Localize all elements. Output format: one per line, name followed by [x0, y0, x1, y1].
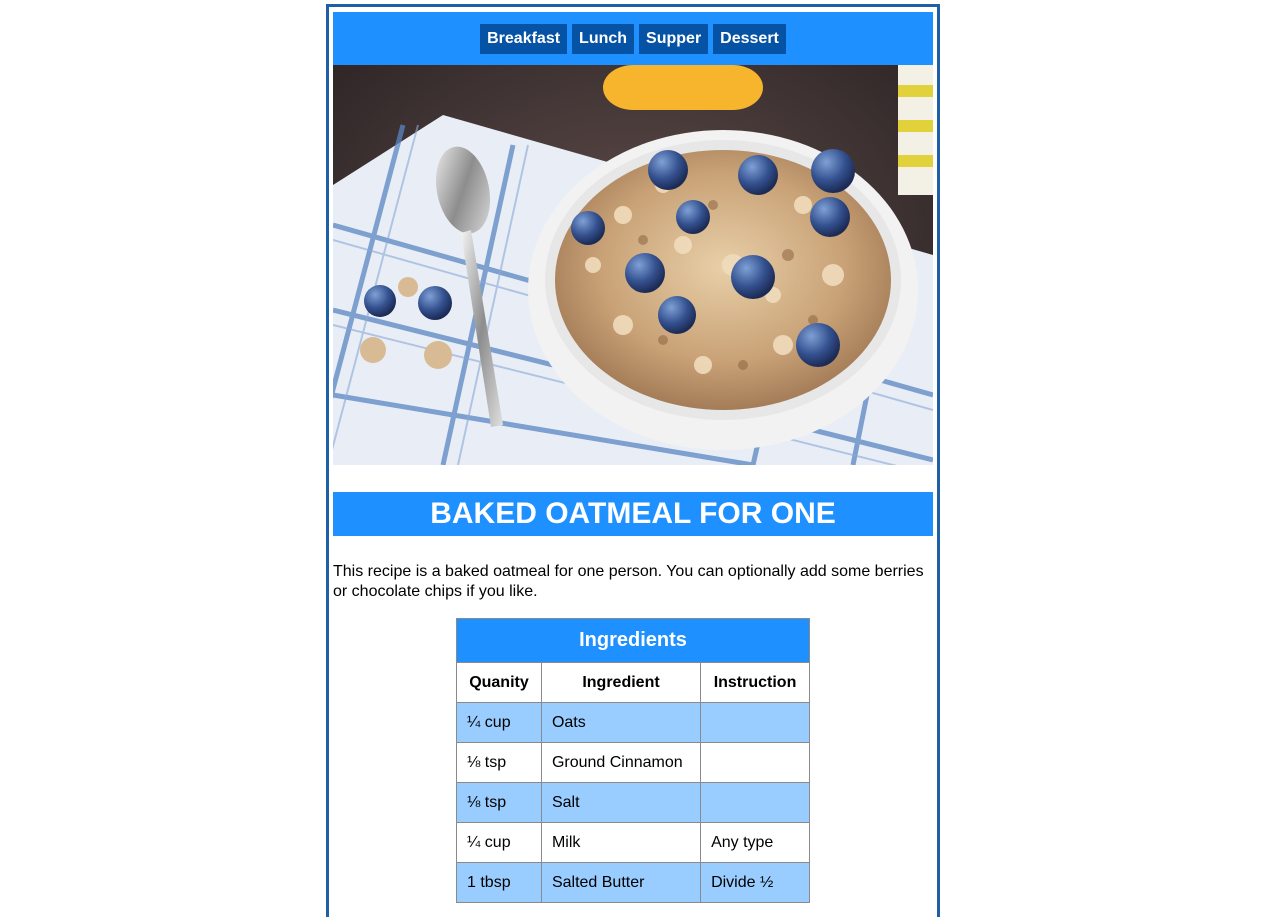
- table-row: ⅛ tsp Salt: [456, 782, 810, 823]
- cell-ingredient: Oats: [540, 702, 702, 743]
- table-row: ¼ cup Oats: [456, 702, 810, 743]
- table-row: ⅛ tsp Ground Cinnamon: [456, 742, 810, 783]
- table-header-row: Quanity Ingredient Instruction: [456, 662, 810, 703]
- cell-quantity: ¼ cup: [456, 702, 542, 743]
- ingredients-caption: Ingredients: [456, 618, 810, 662]
- cell-quantity: ¼ cup: [456, 822, 542, 863]
- page-frame: Breakfast Lunch Supper Dessert BAKED OAT…: [326, 4, 940, 917]
- cell-ingredient: Milk: [540, 822, 702, 863]
- table-row: 1 tbsp Salted Butter Divide ½: [456, 862, 810, 903]
- cell-instruction: Divide ½: [700, 862, 810, 903]
- cell-instruction: [700, 702, 810, 743]
- cell-ingredient: Salt: [540, 782, 702, 823]
- cell-ingredient: Ground Cinnamon: [540, 742, 702, 783]
- hero-image: [333, 65, 933, 465]
- cell-instruction: Any type: [700, 822, 810, 863]
- recipe-title: BAKED OATMEAL FOR ONE: [333, 492, 933, 536]
- cell-quantity: 1 tbsp: [456, 862, 542, 903]
- nav-bar: Breakfast Lunch Supper Dessert: [333, 12, 933, 65]
- table-row: ¼ cup Milk Any type: [456, 822, 810, 863]
- cell-quantity: ⅛ tsp: [456, 782, 542, 823]
- cell-instruction: [700, 782, 810, 823]
- recipe-intro: This recipe is a baked oatmeal for one p…: [333, 563, 924, 600]
- nav-item-supper[interactable]: Supper: [639, 23, 709, 54]
- granola-bowl-illustration: [333, 65, 933, 465]
- ingredients-table: Ingredients Quanity Ingredient Instructi…: [456, 618, 810, 903]
- header-instruction: Instruction: [700, 662, 810, 703]
- cell-quantity: ⅛ tsp: [456, 742, 542, 783]
- nav-item-lunch[interactable]: Lunch: [572, 23, 635, 54]
- nav-item-breakfast[interactable]: Breakfast: [480, 23, 568, 54]
- header-ingredient: Ingredient: [540, 662, 702, 703]
- nav-item-dessert[interactable]: Dessert: [713, 23, 786, 54]
- cell-instruction: [700, 742, 810, 783]
- cell-ingredient: Salted Butter: [540, 862, 702, 903]
- header-quantity: Quanity: [456, 662, 542, 703]
